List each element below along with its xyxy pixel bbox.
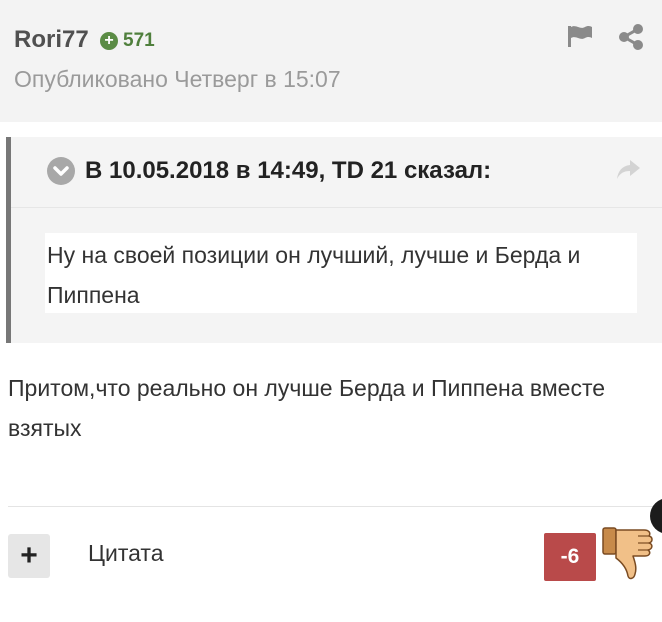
post-header: Rori77 + 571 Опубликовано Четверг в 15:0… [0,0,662,122]
multiquote-add-button[interactable]: + [8,534,50,578]
share-icon[interactable] [618,24,644,50]
reputation-count: 571 [123,30,155,51]
chevron-down-icon[interactable] [47,157,75,185]
reaction-score[interactable]: -6 [544,533,596,581]
thumbs-down-icon[interactable] [600,524,660,584]
quote-block: В 10.05.2018 в 14:49, TD 21 сказал: Ну н… [6,137,662,343]
divider [8,506,662,507]
share-arrow-icon[interactable] [615,159,641,181]
post-content: Притом,что реально он лучше Берда и Пипп… [8,375,606,441]
quote-button[interactable]: Цитата [88,540,164,567]
published-date: Опубликовано Четверг в 15:07 [14,66,341,92]
plus-circle-icon: + [100,32,118,50]
flag-icon[interactable] [566,24,594,48]
quote-text: Ну на своей позиции он лучший, лучше и Б… [47,242,581,308]
quote-body: Ну на своей позиции он лучший, лучше и Б… [45,233,637,313]
quote-citation[interactable]: В 10.05.2018 в 14:49, TD 21 сказал: [85,157,491,185]
author-name[interactable]: Rori77 [14,26,89,54]
quote-header: В 10.05.2018 в 14:49, TD 21 сказал: [11,137,662,208]
reputation-badge: + 571 [100,30,155,52]
